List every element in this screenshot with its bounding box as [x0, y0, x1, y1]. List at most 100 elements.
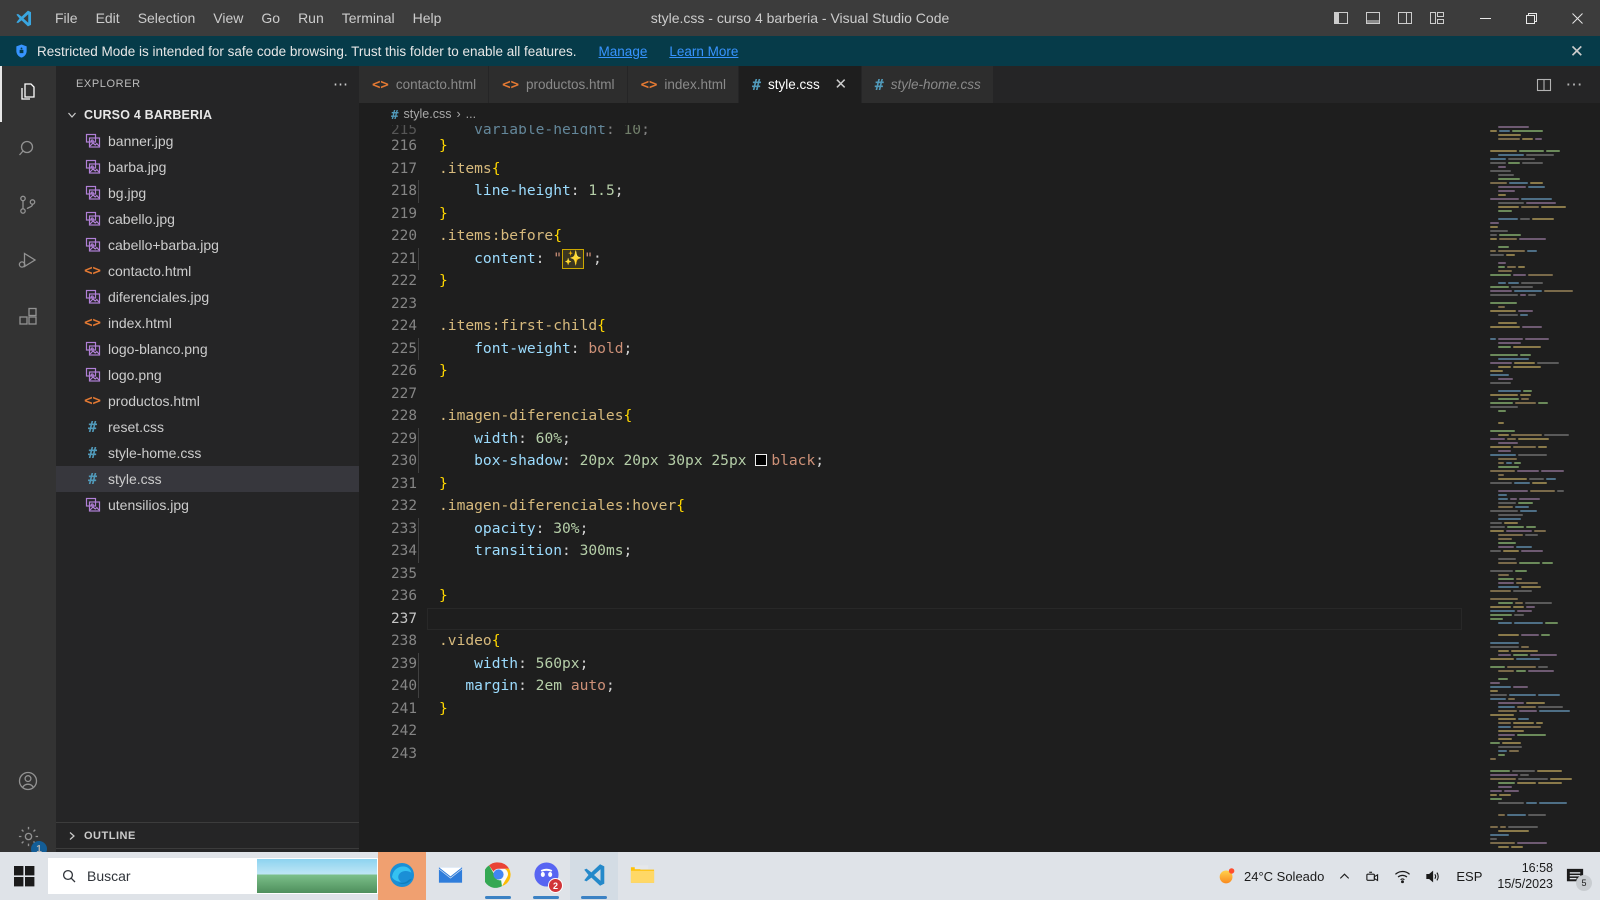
close-button[interactable]	[1554, 0, 1600, 36]
activity-item-source-control[interactable]	[0, 178, 56, 234]
code-line[interactable]: 217 .items{	[359, 158, 1480, 181]
code-line[interactable]: 238 .video{	[359, 630, 1480, 653]
menu-edit[interactable]: Edit	[87, 4, 129, 32]
menu-selection[interactable]: Selection	[129, 4, 205, 32]
code-line[interactable]: 235	[359, 563, 1480, 586]
code-line[interactable]: 232 .imagen-diferenciales:hover{	[359, 495, 1480, 518]
file-item-productos-html[interactable]: <> productos.html	[56, 388, 359, 414]
file-item-cabello-barba-jpg[interactable]: cabello+barba.jpg	[56, 232, 359, 258]
code-lines[interactable]: 215 variable-height: 10; 216} 217 .items{21…	[359, 125, 1480, 874]
taskbar-app-google-chrome[interactable]	[474, 852, 522, 900]
toggle-panel-icon[interactable]	[1358, 4, 1388, 32]
file-item-bg-jpg[interactable]: bg.jpg	[56, 180, 359, 206]
file-item-index-html[interactable]: <> index.html	[56, 310, 359, 336]
file-item-barba-jpg[interactable]: barba.jpg	[56, 154, 359, 180]
menu-terminal[interactable]: Terminal	[333, 4, 404, 32]
code-line[interactable]: 218 line-height: 1.5;	[359, 180, 1480, 203]
menu-help[interactable]: Help	[404, 4, 451, 32]
notifications-icon[interactable]: 5	[1561, 852, 1596, 900]
activity-item-explorer[interactable]	[0, 66, 56, 122]
file-item-reset-css[interactable]: # reset.css	[56, 414, 359, 440]
file-item-diferenciales-jpg[interactable]: diferenciales.jpg	[56, 284, 359, 310]
outline-section[interactable]: OUTLINE	[56, 822, 359, 848]
chevron-up-icon[interactable]	[1331, 852, 1358, 900]
code-editor[interactable]: 215 variable-height: 10; 216} 217 .items{21…	[359, 125, 1600, 874]
camera-icon[interactable]	[1358, 852, 1387, 900]
editor-tab-contacto-html[interactable]: <> contacto.html	[359, 66, 490, 103]
file-item-style-home-css[interactable]: # style-home.css	[56, 440, 359, 466]
code-line[interactable]: 243	[359, 743, 1480, 766]
windows-start-icon[interactable]	[0, 852, 48, 900]
breadcrumb-rest[interactable]: ...	[466, 107, 476, 121]
learn-more-link[interactable]: Learn More	[669, 44, 738, 59]
file-item-contacto-html[interactable]: <> contacto.html	[56, 258, 359, 284]
editor-tab-index-html[interactable]: <> index.html	[627, 66, 739, 103]
taskbar-app-visual-studio-code[interactable]	[570, 852, 618, 900]
taskbar-app-file-explorer[interactable]	[618, 852, 666, 900]
breadcrumb-file[interactable]: style.css	[404, 107, 452, 121]
menu-file[interactable]: File	[46, 4, 87, 32]
file-item-banner-jpg[interactable]: banner.jpg	[56, 128, 359, 154]
code-line[interactable]: 225 font-weight: bold;	[359, 337, 1480, 360]
split-editor-icon[interactable]	[1530, 71, 1558, 99]
file-item-utensilios-jpg[interactable]: utensilios.jpg	[56, 492, 359, 518]
code-line[interactable]: 226}	[359, 360, 1480, 383]
breadcrumb[interactable]: # style.css › ...	[359, 103, 1600, 125]
code-line[interactable]: 227	[359, 383, 1480, 406]
volume-icon[interactable]	[1418, 852, 1449, 900]
minimize-button[interactable]	[1462, 0, 1508, 36]
ellipsis-icon[interactable]: ⋯	[333, 75, 349, 93]
menu-go[interactable]: Go	[252, 4, 289, 32]
code-line[interactable]: 219}	[359, 203, 1480, 226]
editor-tab-style-css[interactable]: # style.css ✕	[738, 66, 862, 103]
code-line[interactable]: 228 .imagen-diferenciales{	[359, 405, 1480, 428]
maximize-button[interactable]	[1508, 0, 1554, 36]
banner-close-icon[interactable]: ✕	[1566, 43, 1588, 60]
file-item-logo-blanco-png[interactable]: logo-blanco.png	[56, 336, 359, 362]
activity-item-run-debug[interactable]	[0, 234, 56, 290]
taskbar-app-discord[interactable]: 2	[522, 852, 570, 900]
toggle-secondary-sidebar-icon[interactable]	[1390, 4, 1420, 32]
code-line[interactable]: 222}	[359, 270, 1480, 293]
customize-layout-icon[interactable]	[1422, 4, 1452, 32]
taskbar-app-microsoft-edge[interactable]	[378, 852, 426, 900]
activity-item-search[interactable]	[0, 122, 56, 178]
code-line[interactable]: 216}	[359, 135, 1480, 158]
close-icon[interactable]: ✕	[833, 77, 849, 92]
folder-root-row[interactable]: CURSO 4 BARBERIA	[56, 102, 359, 128]
language-indicator[interactable]: ESP	[1449, 852, 1489, 900]
menu-run[interactable]: Run	[289, 4, 333, 32]
file-item-logo-png[interactable]: logo.png	[56, 362, 359, 388]
code-line[interactable]: 220 .items:before{	[359, 225, 1480, 248]
clock[interactable]: 16:58 15/5/2023	[1489, 860, 1561, 892]
code-line[interactable]: 230 box-shadow: 20px 20px 30px 25px blac…	[359, 450, 1480, 473]
wifi-icon[interactable]	[1387, 852, 1418, 900]
code-line[interactable]: 240 margin: 2em auto;	[359, 675, 1480, 698]
editor-tab-productos-html[interactable]: <> productos.html	[489, 66, 628, 103]
code-line[interactable]: 231}	[359, 473, 1480, 496]
code-line[interactable]: 236}	[359, 585, 1480, 608]
taskbar-app-mail[interactable]	[426, 852, 474, 900]
code-line[interactable]: 234 transition: 300ms;	[359, 540, 1480, 563]
code-line[interactable]: 224 .items:first-child{	[359, 315, 1480, 338]
manage-trust-link[interactable]: Manage	[599, 44, 648, 59]
code-line[interactable]: 233 opacity: 30%;	[359, 517, 1480, 540]
code-line[interactable]: 221 content: " ✨ ";	[359, 247, 1480, 270]
code-line[interactable]: 237	[359, 607, 1480, 631]
activity-item-extensions[interactable]	[0, 290, 56, 346]
code-line[interactable]: 223	[359, 293, 1480, 316]
minimap[interactable]	[1480, 125, 1600, 874]
taskbar-search-input[interactable]: Buscar	[48, 858, 378, 894]
code-line[interactable]: 242	[359, 720, 1480, 743]
activity-item-accounts[interactable]	[0, 754, 56, 810]
more-actions-icon[interactable]: ⋯	[1560, 71, 1588, 99]
code-line[interactable]: 229 width: 60%;	[359, 427, 1480, 450]
toggle-primary-sidebar-icon[interactable]	[1326, 4, 1356, 32]
code-line[interactable]: 241}	[359, 698, 1480, 721]
editor-tab-style-home-css[interactable]: # style-home.css	[861, 66, 994, 103]
menu-view[interactable]: View	[204, 4, 252, 32]
color-swatch[interactable]	[755, 454, 768, 466]
weather-widget[interactable]: 24°C Soleado	[1209, 852, 1331, 900]
file-item-cabello-jpg[interactable]: cabello.jpg	[56, 206, 359, 232]
code-line[interactable]: 239 width: 560px;	[359, 652, 1480, 675]
